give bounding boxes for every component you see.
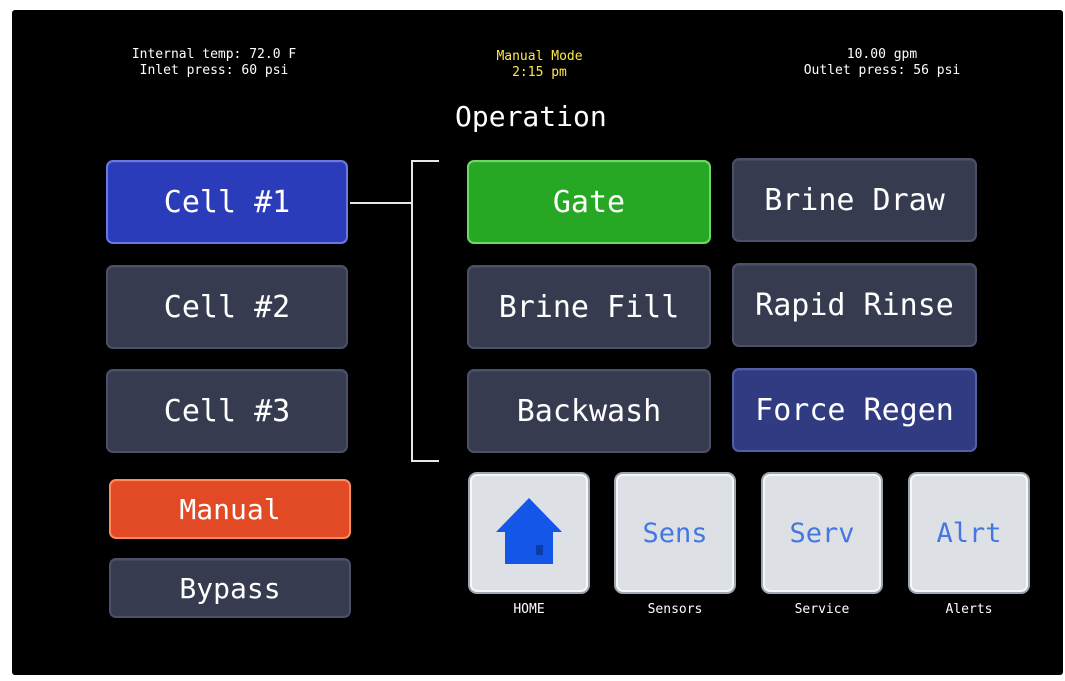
rapid-rinse-button[interactable]: Rapid Rinse <box>732 263 977 347</box>
manual-mode-button[interactable]: Manual <box>109 479 351 539</box>
cell-3-button[interactable]: Cell #3 <box>106 369 348 453</box>
clock: 2:15 pm <box>512 65 567 80</box>
status-left: Internal temp: 72.0 F Inlet press: 60 ps… <box>94 47 334 79</box>
bypass-mode-button[interactable]: Bypass <box>109 558 351 618</box>
cell-1-button[interactable]: Cell #1 <box>106 160 348 244</box>
cell-connector-line <box>350 202 412 204</box>
house-icon <box>489 490 569 577</box>
brine-draw-button[interactable]: Brine Draw <box>732 158 977 242</box>
alerts-nav-caption: Alerts <box>945 602 993 617</box>
force-regen-button[interactable]: Force Regen <box>732 368 977 452</box>
gate-button[interactable]: Gate <box>467 160 711 244</box>
status-right: 10.00 gpm Outlet press: 56 psi <box>767 47 997 79</box>
sensors-nav-caption: Sensors <box>647 602 703 617</box>
brine-fill-button[interactable]: Brine Fill <box>467 265 711 349</box>
operations-bracket <box>411 160 439 462</box>
home-nav-caption: HOME <box>513 602 545 617</box>
service-nav-button[interactable]: Serv <box>761 472 883 594</box>
backwash-button[interactable]: Backwash <box>467 369 711 453</box>
outlet-pressure-readout: Outlet press: 56 psi <box>803 63 961 78</box>
inlet-pressure-readout: Inlet press: 60 psi <box>139 63 289 78</box>
page-title: Operation <box>455 100 607 133</box>
internal-temp-readout: Internal temp: 72.0 F <box>131 47 297 62</box>
alerts-nav-button[interactable]: Alrt <box>908 472 1030 594</box>
touchscreen-display: Internal temp: 72.0 F Inlet press: 60 ps… <box>12 10 1063 675</box>
cell-2-button[interactable]: Cell #2 <box>106 265 348 349</box>
status-center: Manual Mode 2:15 pm <box>452 49 627 81</box>
flow-rate-readout: 10.00 gpm <box>846 47 918 62</box>
mode-indicator: Manual Mode <box>496 49 583 64</box>
home-nav-button[interactable] <box>468 472 590 594</box>
service-nav-caption: Service <box>794 602 850 617</box>
sensors-nav-button[interactable]: Sens <box>614 472 736 594</box>
